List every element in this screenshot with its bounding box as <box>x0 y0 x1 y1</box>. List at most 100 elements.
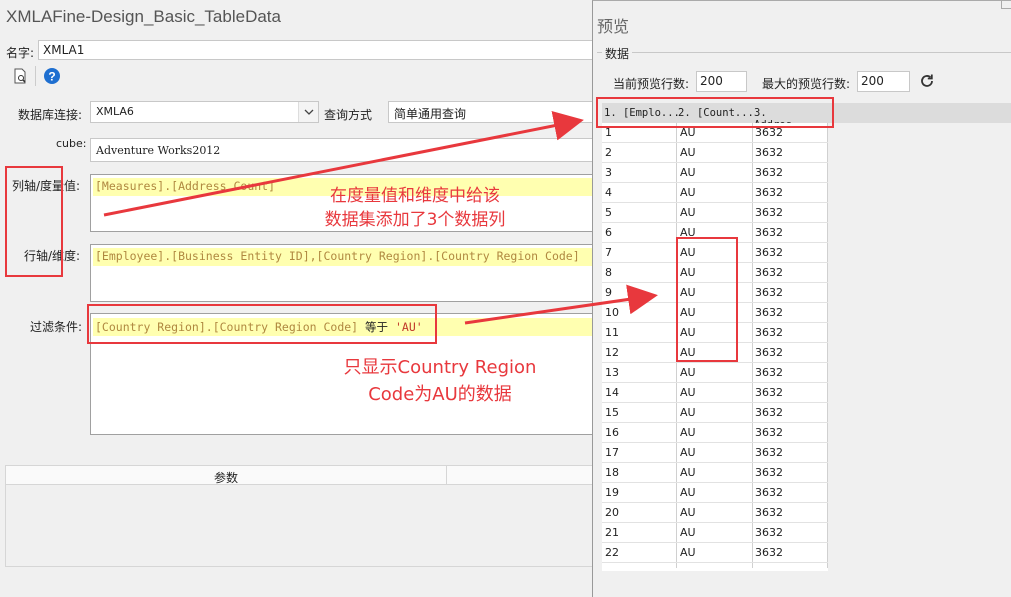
table-cell[interactable]: AU <box>680 446 696 459</box>
table-row[interactable]: 14 AU 3632 <box>602 383 828 403</box>
max-rows-input[interactable]: 200 <box>857 71 910 92</box>
table-cell[interactable]: 4 <box>605 186 612 199</box>
table-cell[interactable]: 15 <box>605 406 619 419</box>
table-cell[interactable]: 12 <box>605 346 619 359</box>
table-cell[interactable]: 3632 <box>755 346 783 359</box>
table-cell[interactable]: 3632 <box>755 286 783 299</box>
table-row[interactable]: 17 AU 3632 <box>602 443 828 463</box>
toolbar-divider <box>35 66 36 86</box>
table-cell[interactable]: AU <box>680 526 696 539</box>
table-cell[interactable]: AU <box>680 146 696 159</box>
table-cell[interactable]: 3632 <box>755 366 783 379</box>
table-cell[interactable]: 7 <box>605 246 612 259</box>
cube-input[interactable]: Adventure Works2012 <box>90 138 600 162</box>
table-row[interactable]: 5 AU 3632 <box>602 203 828 223</box>
table-cell[interactable]: AU <box>680 466 696 479</box>
preview-doc-icon[interactable] <box>12 68 28 84</box>
table-cell[interactable]: 22 <box>605 546 619 559</box>
table-cell[interactable]: 6 <box>605 226 612 239</box>
table-cell[interactable]: 19 <box>605 486 619 499</box>
table-cell[interactable]: 3632 <box>755 266 783 279</box>
table-cell[interactable]: 3632 <box>755 326 783 339</box>
annotation-box-au <box>676 237 738 362</box>
table-row[interactable]: 18 AU 3632 <box>602 463 828 483</box>
table-cell[interactable]: 3632 <box>755 306 783 319</box>
name-label: 名字: <box>6 46 35 60</box>
annotation-box-axis-labels <box>5 166 63 277</box>
table-cell[interactable]: AU <box>680 426 696 439</box>
table-cell[interactable]: 3632 <box>755 166 783 179</box>
db-connection-select[interactable]: XMLA6 <box>90 101 319 123</box>
table-row[interactable]: 15 AU 3632 <box>602 403 828 423</box>
table-cell[interactable]: 3632 <box>755 546 783 559</box>
table-cell[interactable]: 14 <box>605 386 619 399</box>
current-rows-input[interactable]: 200 <box>696 71 747 92</box>
annotation-box-filter <box>87 304 437 344</box>
table-cell[interactable]: 3632 <box>755 446 783 459</box>
cube-label: cube: <box>56 137 87 150</box>
table-cell[interactable]: 17 <box>605 446 619 459</box>
table-row[interactable]: 2 AU 3632 <box>602 143 828 163</box>
table-row[interactable]: 20 AU 3632 <box>602 503 828 523</box>
table-cell[interactable]: 3632 <box>755 226 783 239</box>
table-cell[interactable]: 21 <box>605 526 619 539</box>
table-cell[interactable]: 2 <box>605 146 612 159</box>
group-box-label: 数据 <box>602 45 633 62</box>
table-cell[interactable]: 10 <box>605 306 619 319</box>
help-icon[interactable]: ? <box>43 67 61 85</box>
db-connection-label: 数据库连接: <box>18 108 83 122</box>
row-axis-value[interactable]: [Employee].[Business Entity ID],[Country… <box>93 248 599 266</box>
table-cell[interactable]: AU <box>680 406 696 419</box>
query-mode-select[interactable]: 简单通用查询 <box>388 101 600 123</box>
query-mode-label: 查询方式 <box>324 108 373 122</box>
table-cell[interactable]: 3632 <box>755 146 783 159</box>
table-cell[interactable]: 20 <box>605 506 619 519</box>
table-cell[interactable]: 3632 <box>755 246 783 259</box>
table-cell[interactable]: 3 <box>605 166 612 179</box>
table-cell[interactable]: AU <box>680 166 696 179</box>
table-cell[interactable]: 11 <box>605 326 619 339</box>
table-cell[interactable]: 3632 <box>755 406 783 419</box>
table-cell[interactable]: 3632 <box>755 526 783 539</box>
preview-title: 预览 <box>597 17 630 36</box>
table-cell[interactable]: 3632 <box>755 506 783 519</box>
annotation-top-line2: 数据集添加了3个数据列 <box>324 210 506 230</box>
table-cell[interactable]: 3632 <box>755 206 783 219</box>
table-cell[interactable]: AU <box>680 186 696 199</box>
table-cell[interactable]: AU <box>680 506 696 519</box>
table-cell[interactable]: 5 <box>605 206 612 219</box>
table-cell[interactable]: 3632 <box>755 466 783 479</box>
params-table-body[interactable] <box>5 485 600 567</box>
annotation-bottom-line1: 只显示Country Region <box>343 357 537 378</box>
dropdown-chevron-icon[interactable] <box>298 102 318 122</box>
table-row[interactable]: 16 AU 3632 <box>602 423 828 443</box>
table-row[interactable]: 22 AU 3632 <box>602 543 828 563</box>
svg-text:?: ? <box>48 70 55 84</box>
table-row[interactable]: 13 AU 3632 <box>602 363 828 383</box>
table-cell[interactable]: 3632 <box>755 486 783 499</box>
table-cell[interactable]: AU <box>680 366 696 379</box>
table-cell[interactable]: AU <box>680 546 696 559</box>
max-rows-label: 最大的预览行数: <box>762 77 851 91</box>
table-cell[interactable]: AU <box>680 206 696 219</box>
table-row[interactable]: 19 AU 3632 <box>602 483 828 503</box>
row-axis-panel[interactable]: [Employee].[Business Entity ID],[Country… <box>90 244 600 302</box>
table-row[interactable]: 21 AU 3632 <box>602 523 828 543</box>
table-cell[interactable]: 8 <box>605 266 612 279</box>
table-cell[interactable]: 13 <box>605 366 619 379</box>
table-cell[interactable]: AU <box>680 386 696 399</box>
name-input[interactable]: XMLA1 <box>38 40 600 60</box>
params-col-divider <box>446 466 447 484</box>
filter-label: 过滤条件: <box>30 320 83 334</box>
table-cell[interactable]: 3632 <box>755 426 783 439</box>
table-cell[interactable]: 3632 <box>755 386 783 399</box>
annotation-bottom-line2: Code为AU的数据 <box>368 384 512 405</box>
table-cell[interactable]: 18 <box>605 466 619 479</box>
table-row[interactable]: 4 AU 3632 <box>602 183 828 203</box>
table-cell[interactable]: AU <box>680 486 696 499</box>
table-row[interactable]: 3 AU 3632 <box>602 163 828 183</box>
table-cell[interactable]: 3632 <box>755 186 783 199</box>
refresh-icon[interactable] <box>919 73 935 89</box>
table-cell[interactable]: 16 <box>605 426 619 439</box>
table-cell[interactable]: 9 <box>605 286 612 299</box>
